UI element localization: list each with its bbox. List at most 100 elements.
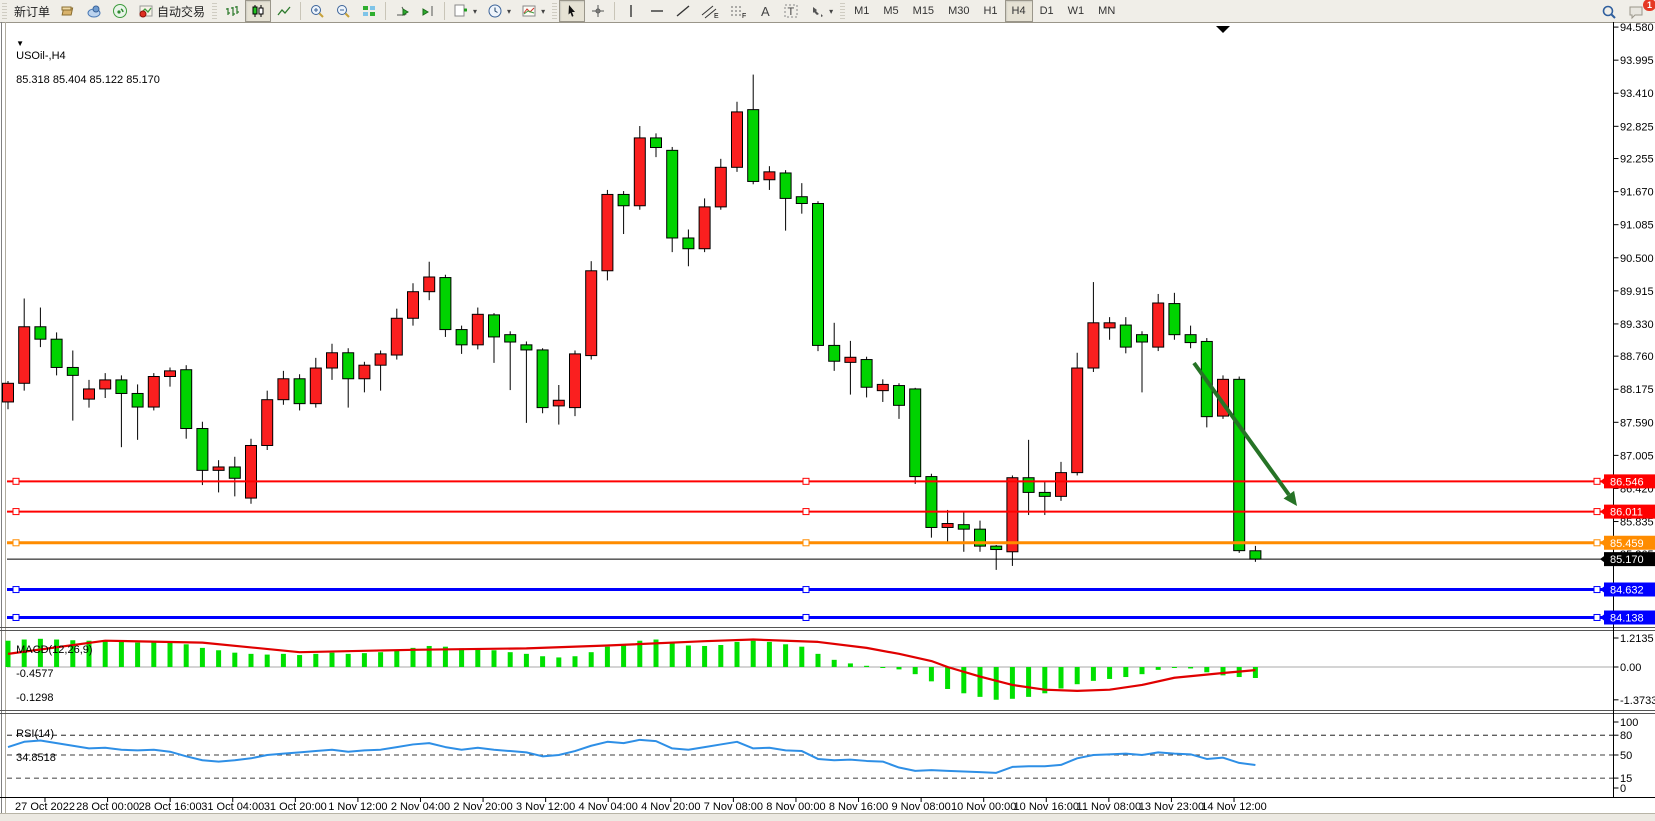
candle xyxy=(748,110,759,182)
macd-axis-label: 0.00 xyxy=(1620,662,1641,674)
candle xyxy=(991,546,1002,549)
rsi-axis-label: 50 xyxy=(1620,750,1632,762)
price-tick-label: 91.085 xyxy=(1620,220,1654,232)
candle xyxy=(375,354,386,365)
candle xyxy=(715,167,726,207)
svg-text:85.459: 85.459 xyxy=(1610,538,1644,550)
time-tick-label: 14 Nov 12:00 xyxy=(1201,801,1266,813)
candle xyxy=(1185,335,1196,343)
price-label-86.011: 86.011 xyxy=(1600,505,1655,519)
svg-text:84.138: 84.138 xyxy=(1610,612,1644,624)
candle xyxy=(440,278,451,330)
time-tick-label: 1 Nov 12:00 xyxy=(328,801,387,813)
price-tick-label: 93.410 xyxy=(1620,88,1654,100)
time-tick-label: 28 Oct 16:00 xyxy=(139,801,202,813)
macd-axis-label: -1.3733 xyxy=(1620,695,1655,707)
candle xyxy=(1137,335,1148,342)
candle xyxy=(3,383,14,402)
candle xyxy=(51,339,62,367)
candle xyxy=(19,327,30,384)
candle xyxy=(732,112,743,167)
candle xyxy=(618,194,629,205)
time-tick-label: 27 Oct 2022 xyxy=(15,801,75,813)
price-tick-label: 94.580 xyxy=(1620,22,1654,34)
hline-handle[interactable] xyxy=(803,509,809,515)
candle xyxy=(894,386,905,406)
time-tick-label: 10 Nov 16:00 xyxy=(1014,801,1079,813)
candle xyxy=(327,353,338,368)
chart-menu-icon[interactable]: ▼ xyxy=(16,39,24,48)
price-tick-label: 92.825 xyxy=(1620,121,1654,133)
time-tick-label: 8 Nov 16:00 xyxy=(829,801,888,813)
price-tick-label: 88.175 xyxy=(1620,384,1654,396)
hline-handle[interactable] xyxy=(1594,540,1600,546)
svg-text:84.632: 84.632 xyxy=(1610,585,1644,597)
candle xyxy=(861,360,872,388)
candle xyxy=(651,138,662,148)
candle xyxy=(246,445,257,498)
candle xyxy=(764,172,775,180)
macd-indicator-label: MACD(12,26,9) -0.4577 -0.1298 xyxy=(10,632,93,704)
price-label-85.459: 85.459 xyxy=(1600,536,1655,550)
candle xyxy=(116,380,127,394)
rsi-indicator-label: RSI(14) 34.8518 xyxy=(10,716,56,764)
hline-handle[interactable] xyxy=(13,540,19,546)
candle xyxy=(1023,478,1034,493)
candle xyxy=(67,367,78,375)
hline-handle[interactable] xyxy=(13,478,19,484)
macd-main-value: -0.4577 xyxy=(16,668,53,680)
price-tick-label: 88.760 xyxy=(1620,351,1654,363)
candle xyxy=(553,400,564,406)
svg-text:85.170: 85.170 xyxy=(1610,554,1644,566)
candle xyxy=(1250,551,1261,559)
chart-canvas[interactable]: 94.58093.99593.41092.82592.25591.67091.0… xyxy=(0,0,1655,821)
candle xyxy=(683,238,694,249)
candle xyxy=(391,318,402,355)
hline-handle[interactable] xyxy=(803,614,809,620)
candle xyxy=(699,207,710,249)
candle xyxy=(181,370,192,429)
candle xyxy=(796,197,807,204)
candle xyxy=(278,379,289,400)
candle xyxy=(1169,304,1180,335)
price-tick-label: 92.255 xyxy=(1620,154,1654,166)
candle xyxy=(667,150,678,238)
price-tick-label: 87.590 xyxy=(1620,417,1654,429)
candle xyxy=(942,524,953,528)
rsi-axis-label: 80 xyxy=(1620,730,1632,742)
candle xyxy=(165,371,176,377)
time-tick-label: 8 Nov 00:00 xyxy=(766,801,825,813)
candle xyxy=(877,384,888,390)
candle xyxy=(537,350,548,408)
hline-handle[interactable] xyxy=(803,478,809,484)
candle xyxy=(132,393,143,407)
svg-text:86.546: 86.546 xyxy=(1610,476,1644,488)
time-tick-label: 31 Oct 04:00 xyxy=(201,801,264,813)
candle xyxy=(294,379,305,404)
rsi-value: 34.8518 xyxy=(16,752,56,764)
hline-handle[interactable] xyxy=(1594,478,1600,484)
hline-handle[interactable] xyxy=(803,587,809,593)
hline-handle[interactable] xyxy=(1594,614,1600,620)
hline-handle[interactable] xyxy=(1594,587,1600,593)
time-tick-label: 31 Oct 20:00 xyxy=(264,801,327,813)
chart-ohlc-values: 85.318 85.404 85.122 85.170 xyxy=(16,74,160,86)
candle xyxy=(570,354,581,408)
macd-signal-value: -0.1298 xyxy=(16,692,53,704)
price-tick-label: 93.995 xyxy=(1620,55,1654,67)
hline-handle[interactable] xyxy=(1594,509,1600,515)
candle xyxy=(1120,325,1131,347)
time-tick-label: 2 Nov 20:00 xyxy=(453,801,512,813)
hline-handle[interactable] xyxy=(803,540,809,546)
time-tick-label: 2 Nov 04:00 xyxy=(391,801,450,813)
price-tick-label: 90.500 xyxy=(1620,253,1654,265)
hline-handle[interactable] xyxy=(13,509,19,515)
hline-handle[interactable] xyxy=(13,587,19,593)
candle xyxy=(958,525,969,530)
candle xyxy=(505,335,516,342)
candle xyxy=(84,389,95,399)
candle xyxy=(586,271,597,356)
hline-handle[interactable] xyxy=(13,614,19,620)
candle xyxy=(424,277,435,292)
price-label-86.546: 86.546 xyxy=(1600,474,1655,488)
